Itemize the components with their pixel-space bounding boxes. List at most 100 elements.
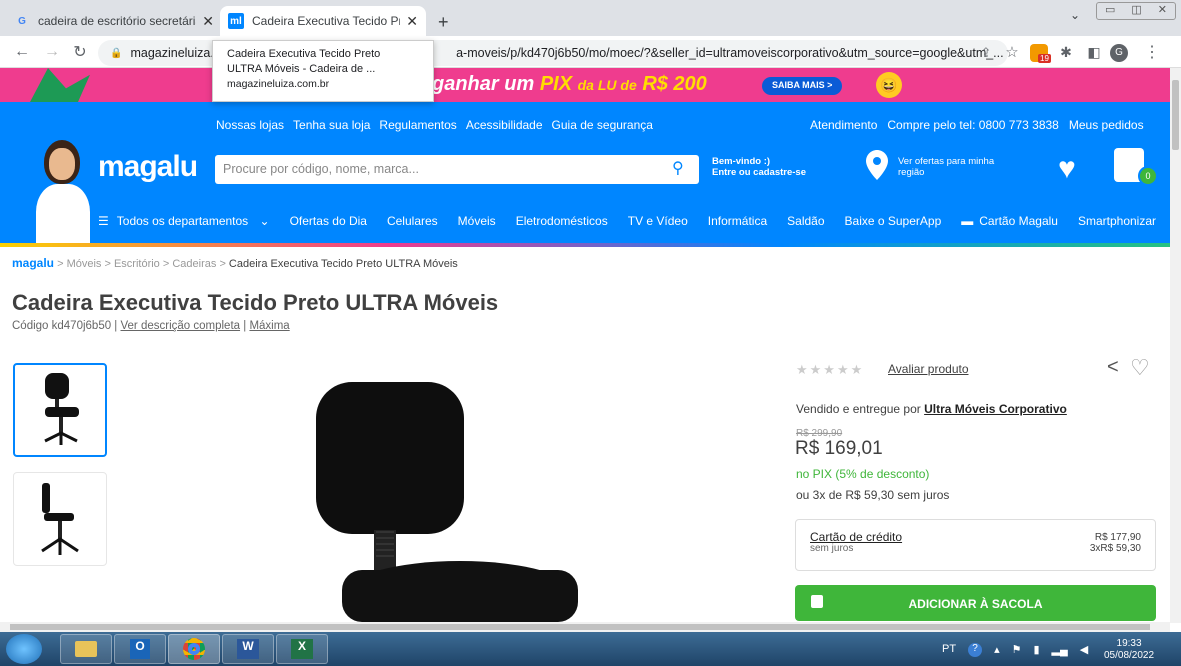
volume-icon[interactable]: ◀ (1080, 643, 1088, 657)
credit-card-sub: sem juros (810, 543, 854, 554)
nav-superapp[interactable]: Baixe o SuperApp (845, 214, 942, 228)
breadcrumb-item[interactable]: Móveis (67, 258, 102, 270)
nav-smartphonizar[interactable]: Smartphonizar (1078, 214, 1156, 228)
tooltip-line1: Cadeira Executiva Tecido Preto (227, 48, 381, 60)
close-tab-icon[interactable]: ✕ (202, 13, 214, 30)
promo-banner[interactable]: ganhar um PIX da LU de R$ 200 SAIBA MAIS… (0, 68, 1170, 102)
chrome-icon[interactable] (168, 634, 220, 664)
installments-text: ou 3x de R$ 59,30 sem juros (796, 488, 950, 502)
offers-line1: Ver ofertas para minha (898, 156, 995, 167)
close-window-icon[interactable]: ✕ (1158, 3, 1167, 19)
nav-tv-video[interactable]: TV e Vídeo (628, 214, 688, 228)
tab-search[interactable]: G cadeira de escritório secretária - ✕ (6, 6, 222, 36)
search-input[interactable]: Procure por código, nome, marca... (215, 155, 699, 184)
excel-icon[interactable]: X (276, 634, 328, 664)
flag-icon[interactable]: ⚑ (1012, 643, 1022, 657)
reload-icon[interactable]: ↻ (68, 40, 92, 64)
windows-start-icon[interactable] (6, 634, 42, 664)
tab-product[interactable]: ml Cadeira Executiva Tecido Preto UL ✕ (220, 6, 426, 36)
maximize-icon[interactable]: ◫ (1131, 3, 1141, 19)
clock[interactable]: 19:33 05/08/2022 (1104, 638, 1154, 662)
nav-color-strip (0, 243, 1170, 247)
description-link[interactable]: Ver descrição completa (121, 320, 241, 332)
link-tenha-sua-loja[interactable]: Tenha sua loja (293, 118, 370, 132)
link-guia-seguranca[interactable]: Guia de segurança (552, 118, 653, 132)
nav-informatica[interactable]: Informática (708, 214, 767, 228)
link-telefone[interactable]: Compre pelo tel: 0800 773 3838 (887, 118, 1058, 132)
leaf-decoration-icon (30, 68, 90, 102)
nav-eletrodomesticos[interactable]: Eletrodomésticos (516, 214, 608, 228)
wishlist-heart-icon[interactable]: ♥ (1058, 152, 1076, 186)
link-acessibilidade[interactable]: Acessibilidade (466, 118, 543, 132)
link-atendimento[interactable]: Atendimento (810, 118, 877, 132)
current-price: R$ 169,01 (795, 438, 883, 459)
seller-link[interactable]: Ultra Móveis Corporativo (924, 402, 1067, 416)
link-regulamentos[interactable]: Regulamentos (379, 118, 456, 132)
link-meus-pedidos[interactable]: Meus pedidos (1069, 118, 1144, 132)
tab-title: cadeira de escritório secretária - (38, 14, 197, 28)
chair-thumbnail-icon (44, 373, 79, 445)
system-tray: PT ? ▴ ⚑ ▮ ▂▄ ◀ (942, 643, 1088, 657)
saiba-mais-button[interactable]: SAIBA MAIS > (762, 77, 843, 95)
login-text: Entre ou cadastre-se (712, 167, 806, 178)
sidepanel-icon[interactable]: ◧ (1082, 40, 1106, 64)
language-indicator[interactable]: PT (942, 643, 956, 657)
thumbnail-side[interactable] (13, 472, 107, 566)
nav-label: Cartão Magalu (979, 214, 1058, 228)
promo-pre: ganhar um (432, 73, 535, 95)
add-to-bag-button[interactable]: ADICIONAR À SACOLA (795, 585, 1156, 621)
vertical-scrollbar[interactable] (1170, 68, 1181, 623)
rating-stars-icon[interactable]: ★★★★★ (796, 362, 864, 378)
thumbnail-front[interactable] (13, 363, 107, 457)
login-link[interactable]: Bem-vindo :) Entre ou cadastre-se (712, 156, 806, 178)
breadcrumb-home[interactable]: magalu (12, 256, 54, 270)
tray-arrow-icon[interactable]: ▴ (994, 643, 1000, 657)
top-links: Nossas lojas Tenha sua loja Regulamentos… (216, 118, 653, 132)
share-page-icon[interactable]: ⇪ (974, 41, 998, 65)
new-tab-icon[interactable]: + (438, 12, 449, 33)
laughing-emoji-icon: 😆 (876, 72, 902, 98)
rate-product-link[interactable]: Avaliar produto (888, 362, 969, 376)
vertical-scroll-thumb[interactable] (1172, 80, 1179, 150)
explorer-icon[interactable] (60, 634, 112, 664)
bookmark-star-icon[interactable]: ☆ (1000, 40, 1024, 64)
forward-icon[interactable]: → (40, 40, 64, 64)
credit-card-label[interactable]: Cartão de crédito (810, 530, 902, 544)
back-icon[interactable]: ← (10, 40, 34, 64)
nav-cartao[interactable]: ▬ Cartão Magalu (961, 214, 1058, 228)
menu-kebab-icon[interactable]: ⋮ (1140, 40, 1164, 64)
close-tab-icon[interactable]: ✕ (406, 13, 418, 30)
favorite-heart-icon[interactable]: ♡ (1130, 355, 1150, 381)
clock-time: 19:33 (1116, 638, 1142, 649)
brand-link[interactable]: Máxima (249, 320, 289, 332)
horizontal-scroll-thumb[interactable] (10, 624, 1150, 630)
product-main-image[interactable] (300, 380, 600, 622)
share-icon[interactable]: < (1107, 356, 1119, 379)
outlook-icon[interactable]: O (114, 634, 166, 664)
magalu-logo[interactable]: magalu (98, 150, 198, 184)
lu-mascot-avatar (30, 140, 92, 245)
network-icon[interactable]: ▮ (1033, 643, 1039, 657)
nav-celulares[interactable]: Celulares (387, 214, 438, 228)
nav-saldao[interactable]: Saldão (787, 214, 824, 228)
profile-avatar[interactable]: G (1110, 44, 1128, 62)
tab-search-chevron-icon[interactable]: ⌄ (1070, 8, 1080, 22)
help-icon[interactable]: ? (968, 643, 983, 657)
promo-text: ganhar um PIX da LU de R$ 200 (432, 73, 707, 96)
search-icon[interactable]: ⚲ (672, 158, 684, 178)
region-offers-link[interactable]: Ver ofertas para minha região (898, 156, 1008, 178)
nav-ofertas[interactable]: Ofertas do Dia (290, 214, 367, 228)
puzzle-icon[interactable]: ✱ (1054, 40, 1078, 64)
seller-prefix: Vendido e entregue por (796, 402, 921, 416)
word-icon[interactable]: W (222, 634, 274, 664)
credit-card-installments: 3xR$ 59,30 (1089, 543, 1141, 554)
location-pin-icon[interactable] (866, 150, 888, 180)
breadcrumb-item[interactable]: Escritório (114, 258, 160, 270)
add-to-bag-label: ADICIONAR À SACOLA (908, 597, 1043, 611)
nav-moveis[interactable]: Móveis (458, 214, 496, 228)
nav-departamentos[interactable]: ☰ Todos os departamentos ⌄ (98, 214, 270, 228)
breadcrumb-item[interactable]: Cadeiras (172, 258, 216, 270)
minimize-icon[interactable]: ▭ (1105, 3, 1115, 19)
link-nossas-lojas[interactable]: Nossas lojas (216, 118, 284, 132)
signal-icon[interactable]: ▂▄ (1052, 643, 1068, 657)
